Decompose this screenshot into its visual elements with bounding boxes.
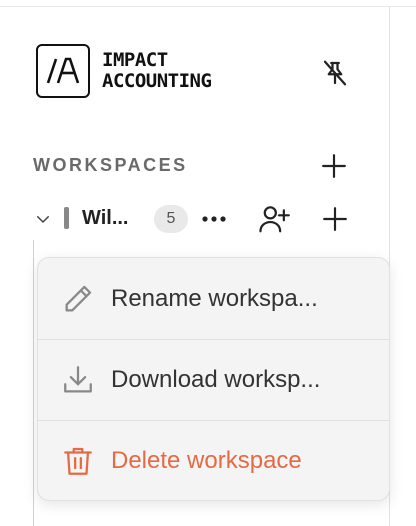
trash-icon (60, 443, 96, 479)
workspace-row[interactable]: Wil... 5 (30, 200, 360, 238)
workspace-color-indicator (64, 207, 69, 229)
brand-name-line2: ACCOUNTING (102, 70, 212, 92)
workspace-context-menu: Rename workspa... Download worksp... Del… (37, 257, 390, 501)
user-plus-icon (259, 206, 290, 233)
menu-item-label: Rename workspa... (111, 284, 318, 312)
brand[interactable]: IMPACT ACCOUNTING (36, 44, 212, 98)
menu-item-label: Download worksp... (111, 366, 321, 393)
plus-icon (323, 207, 347, 231)
workspace-name[interactable]: Wil... (82, 207, 128, 230)
menu-item-delete[interactable]: Delete workspace (38, 420, 389, 500)
menu-item-rename[interactable]: Rename workspa... (38, 258, 389, 339)
invite-member-button[interactable] (257, 202, 291, 236)
chevron-down-icon (37, 216, 49, 223)
add-workspace-button[interactable] (320, 152, 348, 180)
logo-mark (36, 44, 90, 98)
unpin-sidebar-button[interactable] (318, 56, 352, 90)
logo-icon (46, 57, 80, 84)
main-area (390, 7, 416, 526)
menu-item-download[interactable]: Download worksp... (38, 339, 389, 420)
app-window: IMPACT ACCOUNTING WORKSPACES Wil... 5 Re… (0, 0, 416, 526)
pin-off-icon (323, 60, 347, 86)
brand-name-line1: IMPACT (102, 49, 168, 71)
download-icon (60, 362, 96, 398)
workspace-more-button[interactable] (198, 206, 230, 232)
pencil-icon (60, 281, 96, 317)
menu-item-label: Delete workspace (111, 447, 302, 474)
add-to-workspace-button[interactable] (320, 204, 350, 234)
tree-guide-line (33, 240, 34, 526)
plus-icon (322, 154, 346, 178)
more-horizontal-icon (202, 216, 226, 222)
brand-name: IMPACT ACCOUNTING (102, 49, 212, 92)
collapse-workspace-toggle[interactable] (34, 210, 52, 228)
workspaces-header: WORKSPACES (33, 155, 188, 175)
workspace-count-badge: 5 (154, 205, 188, 233)
